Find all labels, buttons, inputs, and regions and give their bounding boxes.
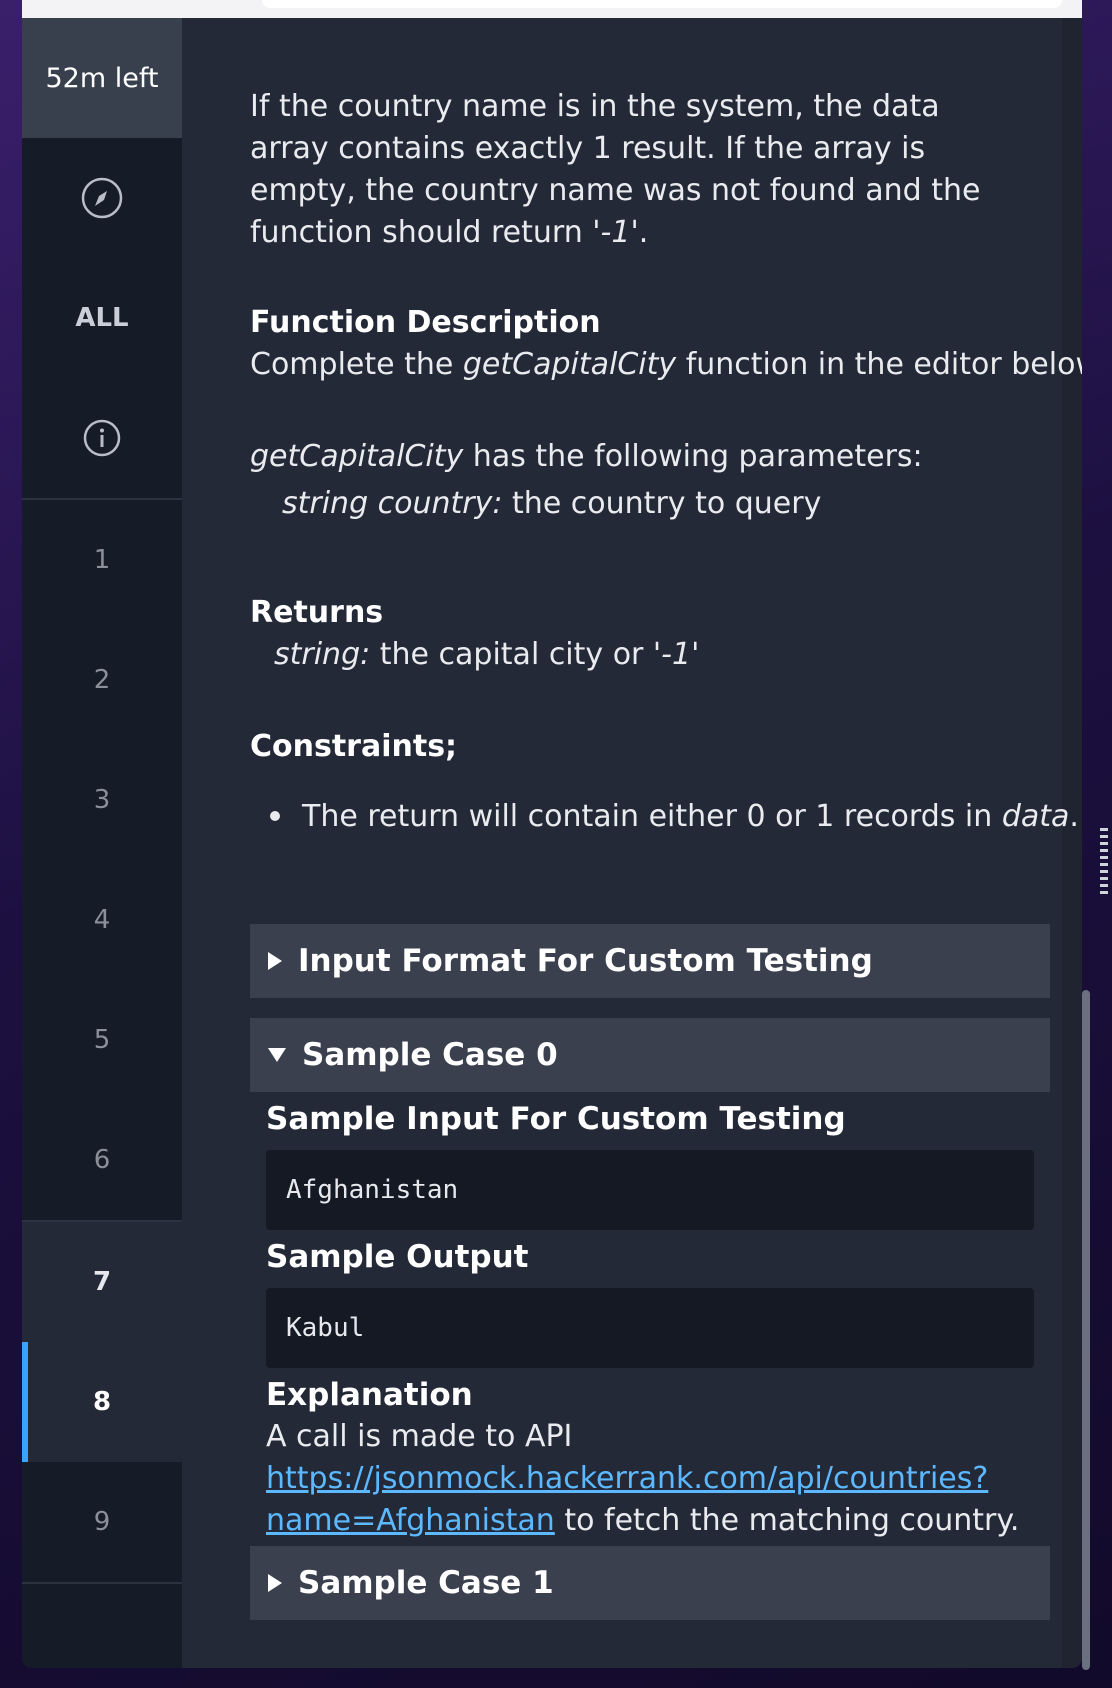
sample-output-heading: Sample Output bbox=[266, 1239, 529, 1275]
intro-emphasis: -1 bbox=[600, 215, 631, 250]
param-function-name: getCapitalCity bbox=[250, 439, 464, 474]
constraint-text: The return will contain either 0 or 1 re… bbox=[302, 799, 1002, 834]
param-intro: has the following parameters: bbox=[463, 439, 923, 474]
info-icon bbox=[82, 418, 122, 458]
param-desc: the country to query bbox=[502, 486, 822, 521]
sidebar-divider bbox=[22, 1582, 182, 1584]
constraint-emphasis: data bbox=[1001, 799, 1070, 834]
explanation-heading: Explanation bbox=[266, 1377, 473, 1413]
sample-input-box: Afghanistan bbox=[266, 1150, 1034, 1230]
question-sidebar: 52m left ALL 1 2 3 4 5 6 7 8 9 bbox=[22, 18, 182, 1668]
constraint-text-end: . bbox=[1069, 799, 1079, 834]
address-bar-edge bbox=[262, 0, 1062, 8]
returns-heading: Returns bbox=[250, 595, 384, 630]
time-remaining: 52m left bbox=[22, 18, 182, 138]
returns-text: string: the capital city or '-1' bbox=[274, 634, 699, 676]
constraints-heading: Constraints; bbox=[250, 729, 458, 764]
question-8-tab[interactable]: 8 bbox=[22, 1342, 182, 1462]
expand-arrow-icon bbox=[268, 1574, 282, 1592]
question-3-tab[interactable]: 3 bbox=[22, 740, 182, 860]
api-link-query[interactable]: name=Afghanistan bbox=[266, 1503, 555, 1538]
explanation-intro: A call is made to API bbox=[266, 1419, 573, 1454]
parameters-line: getCapitalCity has the following paramet… bbox=[250, 436, 923, 478]
intro-paragraph: If the country name is in the system, th… bbox=[250, 86, 1010, 254]
parameter-item: string country: the country to query bbox=[282, 483, 821, 525]
function-description-heading: Function Description bbox=[250, 305, 601, 340]
browser-top-edge bbox=[22, 0, 1082, 19]
sample-output-box: Kabul bbox=[266, 1288, 1034, 1368]
fd-text-end: function in the editor below. bbox=[676, 347, 1082, 382]
problem-statement: If the country name is in the system, th… bbox=[182, 18, 1082, 1668]
expand-arrow-icon bbox=[268, 952, 282, 970]
compass-button[interactable] bbox=[22, 138, 182, 258]
return-emphasis: -1 bbox=[661, 637, 692, 672]
all-questions-button[interactable]: ALL bbox=[22, 258, 182, 378]
resize-grip-icon[interactable] bbox=[1100, 828, 1108, 898]
return-desc: the capital city or ' bbox=[370, 637, 662, 672]
sample-case-0-toggle[interactable]: Sample Case 0 bbox=[250, 1018, 1050, 1092]
question-6-tab[interactable]: 6 bbox=[22, 1100, 182, 1220]
bullet-point bbox=[270, 811, 280, 821]
sample-case-0-label: Sample Case 0 bbox=[302, 1037, 558, 1073]
fd-text: Complete the bbox=[250, 347, 463, 382]
sample-case-1-toggle[interactable]: Sample Case 1 bbox=[250, 1546, 1050, 1620]
input-format-toggle[interactable]: Input Format For Custom Testing bbox=[250, 924, 1050, 998]
question-7-tab[interactable]: 7 bbox=[22, 1222, 182, 1342]
question-1-tab[interactable]: 1 bbox=[22, 500, 182, 620]
question-4-tab[interactable]: 4 bbox=[22, 860, 182, 980]
explanation-text: A call is made to API https://jsonmock.h… bbox=[266, 1416, 1056, 1542]
collapse-arrow-icon bbox=[268, 1048, 286, 1062]
function-description-text: Complete the getCapitalCity function in … bbox=[250, 344, 1082, 386]
return-desc-end: ' bbox=[691, 637, 700, 672]
scrollbar-thumb[interactable] bbox=[1082, 990, 1090, 1670]
info-button[interactable] bbox=[22, 378, 182, 498]
param-name: string country: bbox=[282, 486, 503, 521]
question-5-tab[interactable]: 5 bbox=[22, 980, 182, 1100]
question-2-tab[interactable]: 2 bbox=[22, 620, 182, 740]
compass-icon bbox=[80, 176, 124, 220]
sample-input-heading: Sample Input For Custom Testing bbox=[266, 1101, 846, 1137]
sample-case-1-label: Sample Case 1 bbox=[298, 1565, 554, 1601]
constraint-item: The return will contain either 0 or 1 re… bbox=[302, 796, 1079, 838]
fd-function-name: getCapitalCity bbox=[462, 347, 677, 382]
intro-text-end: '. bbox=[630, 215, 649, 250]
test-window: 52m left ALL 1 2 3 4 5 6 7 8 9 If the co… bbox=[22, 18, 1082, 1668]
api-link[interactable]: https://jsonmock.hackerrank.com/api/coun… bbox=[266, 1461, 988, 1496]
return-type: string: bbox=[274, 637, 371, 672]
explanation-end: to fetch the matching country. bbox=[554, 1503, 1020, 1538]
question-9-tab[interactable]: 9 bbox=[22, 1462, 182, 1582]
input-format-label: Input Format For Custom Testing bbox=[298, 943, 873, 979]
